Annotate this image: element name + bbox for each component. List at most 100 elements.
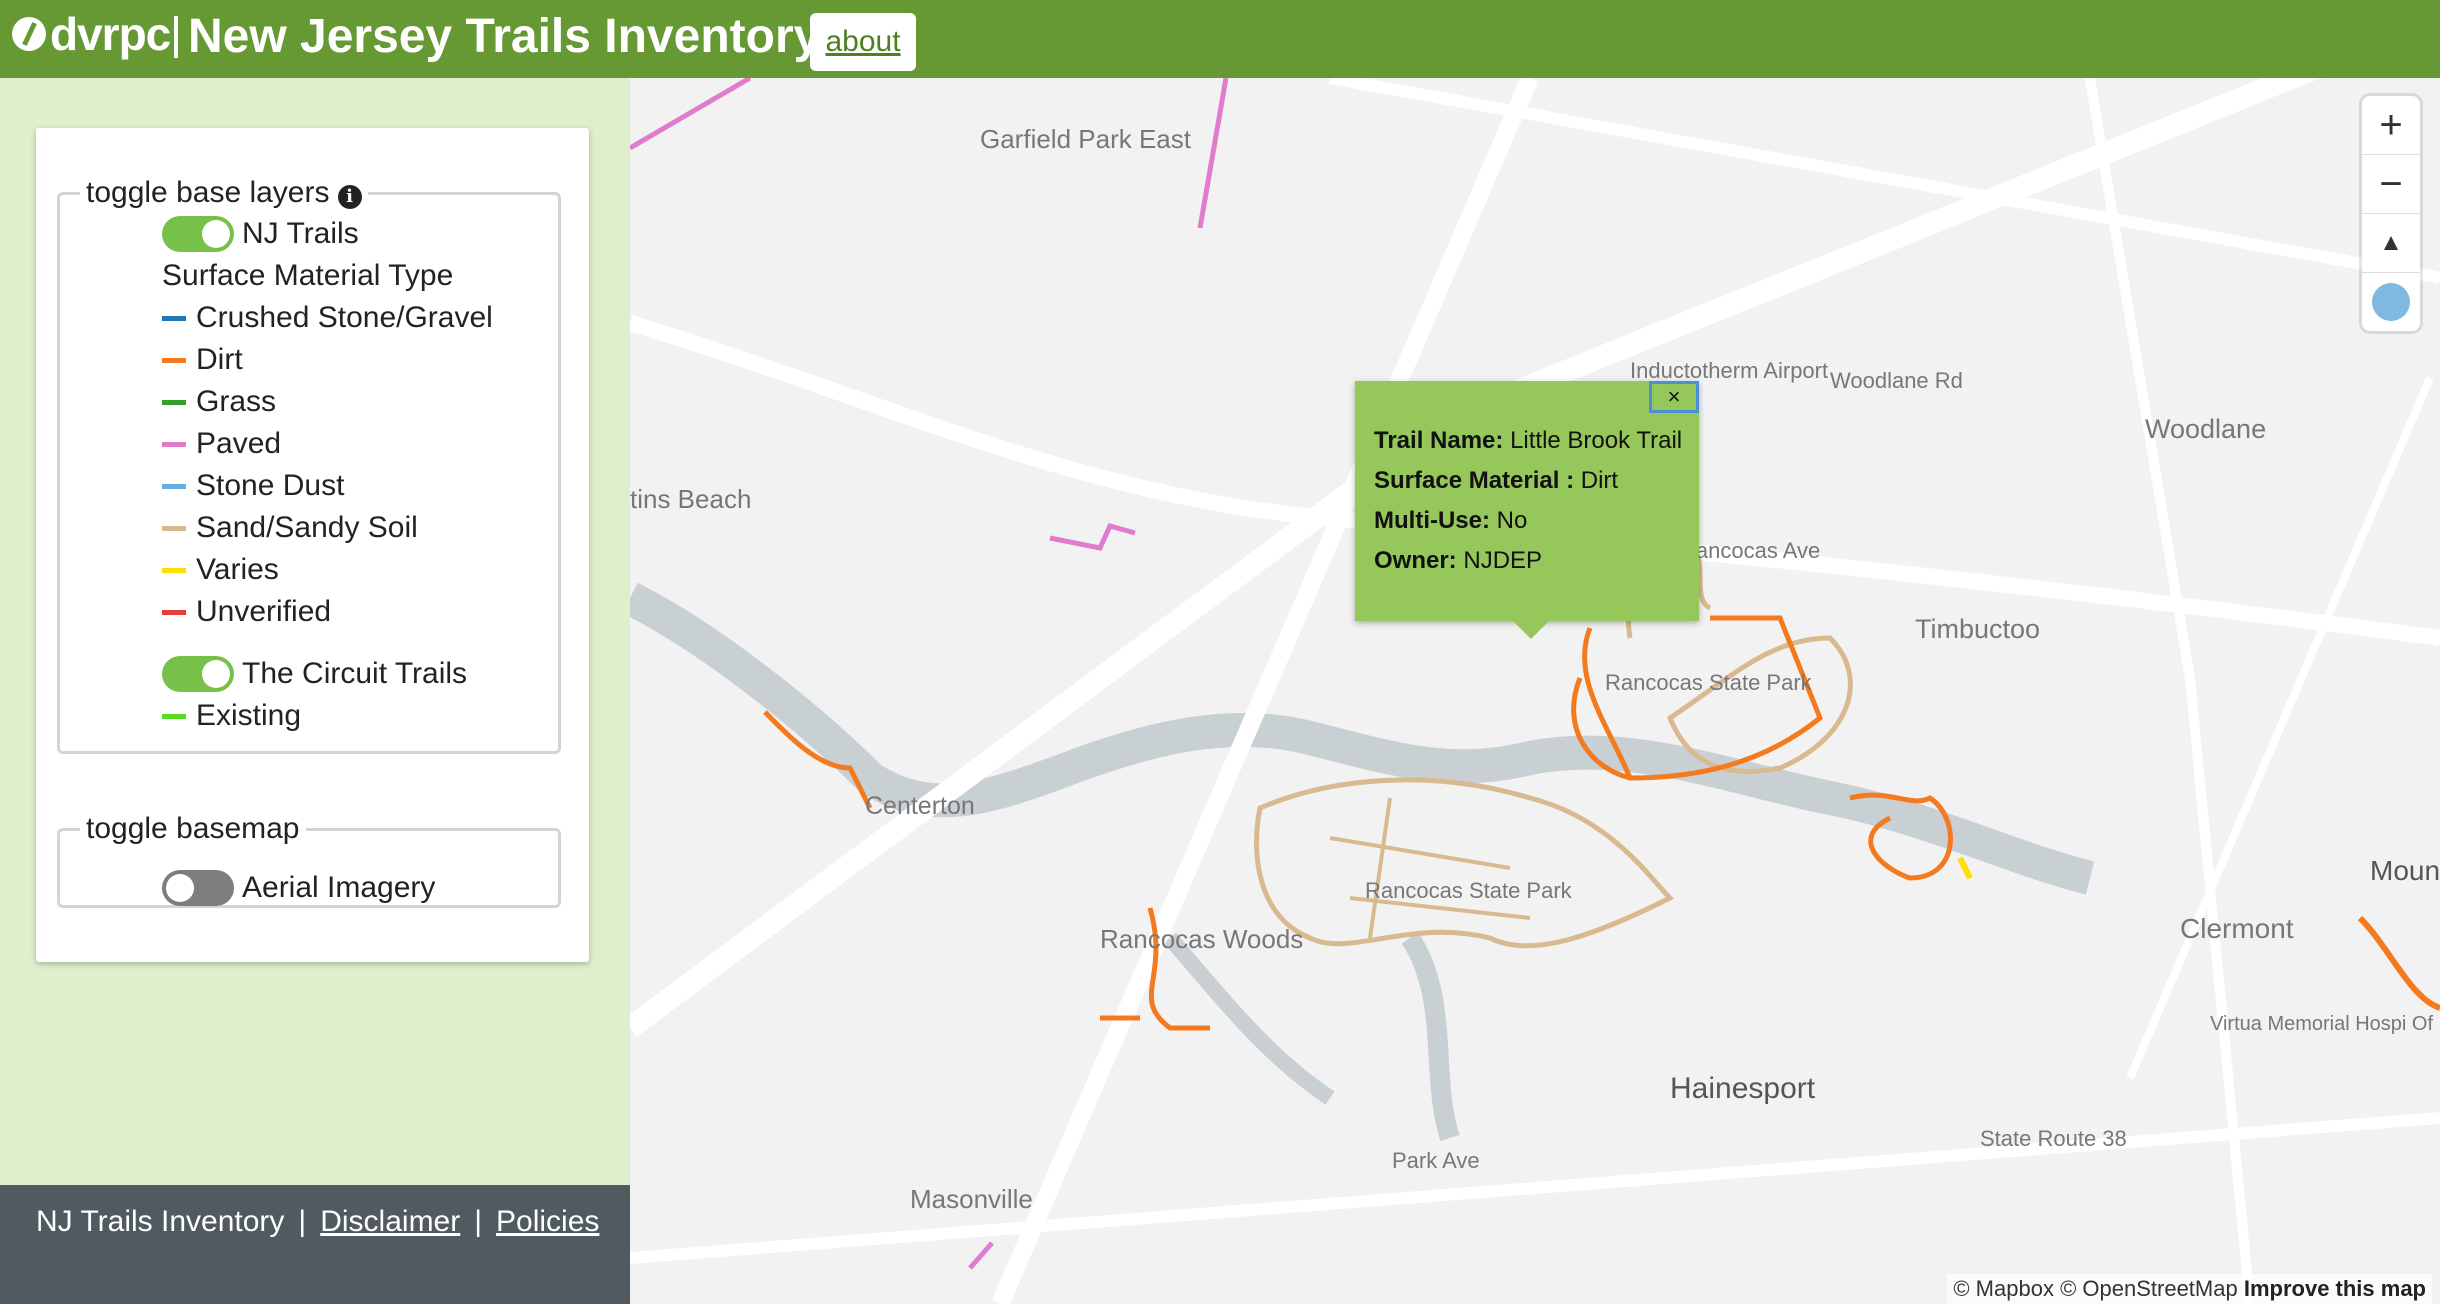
popup-multi-use: Multi-Use: No [1374, 507, 1528, 534]
basemap-legend: toggle basemap [86, 812, 300, 845]
label-woodlane: Woodlane [2145, 414, 2266, 444]
label-virtua: Virtua Memorial Hospi Of Burlington Coun… [2210, 1013, 2440, 1035]
label-centerton: Centerton [865, 792, 975, 820]
osm-attribution[interactable]: © OpenStreetMap [2060, 1276, 2238, 1301]
nj-trails-label: NJ Trails [242, 217, 359, 250]
surface-legend-item: Dirt [162, 340, 243, 380]
paved-trail [1197, 78, 1229, 229]
aerial-imagery-toggle[interactable] [162, 870, 234, 906]
zoom-in-button[interactable]: + [2362, 96, 2420, 155]
label-woodlane-rd: Woodlane Rd [1830, 368, 1963, 393]
header-divider [174, 16, 178, 58]
legend-swatch [162, 567, 186, 573]
legend-swatch [162, 399, 186, 405]
logo-text: dvrpc [50, 8, 171, 60]
existing-swatch [162, 713, 186, 719]
label-moun: Moun [2370, 855, 2440, 886]
sidebar-footer: NJ Trails Inventory | Disclaimer | Polic… [0, 1185, 630, 1304]
footer-sep: | [298, 1205, 307, 1238]
surface-legend-item: Stone Dust [162, 466, 344, 506]
popup-owner: Owner: NJDEP [1374, 547, 1543, 574]
surface-legend-item: Unverified [162, 592, 331, 632]
river-branch [1401, 932, 1460, 1142]
label-rsp1: Rancocas State Park [1605, 670, 1813, 695]
aerial-toggle-row[interactable]: Aerial Imagery [162, 868, 435, 908]
surface-legend-item: Sand/Sandy Soil [162, 508, 418, 548]
legend-label: Varies [196, 553, 279, 586]
surface-legend-item: Varies [162, 550, 279, 590]
sand-trail [1329, 797, 1531, 939]
legend-label: Unverified [196, 595, 332, 628]
label-airport: Inductotherm Airport [1630, 358, 1828, 383]
legend-label: Grass [196, 385, 277, 418]
label-tins-beach: tins Beach [630, 484, 751, 514]
popup-surface: Surface Material : Dirt [1374, 467, 1619, 494]
footer-text: NJ Trails Inventory [36, 1205, 285, 1238]
label-park-ave: Park Ave [1392, 1148, 1480, 1173]
legend-swatch [162, 483, 186, 489]
legend-swatch [162, 525, 186, 531]
map-attribution: © Mapbox © OpenStreetMap Improve this ma… [1947, 1274, 2432, 1304]
road [630, 1112, 2440, 1264]
label-timbuctoo: Timbuctoo [1915, 614, 2040, 644]
legend-label: Dirt [196, 343, 243, 376]
sand-trail [1254, 777, 1675, 949]
dvrpc-logo[interactable]: dvrpc [12, 4, 171, 64]
dirt-trail [2357, 915, 2440, 1011]
legend-swatch [162, 441, 186, 447]
paved-trail [968, 1241, 994, 1270]
circuit-toggle-row[interactable]: The Circuit Trails [162, 654, 467, 694]
river-branch [1163, 932, 1335, 1105]
label-garfield: Garfield Park East [980, 124, 1192, 154]
legend-swatch [162, 315, 186, 321]
label-hainesport: Hainesport [1670, 1072, 1816, 1105]
measure-tool-icon[interactable] [2362, 273, 2420, 331]
layers-panel: toggle base layers i NJ Trails Surface Ma… [36, 128, 589, 962]
compass-button[interactable]: ▲ [2362, 214, 2420, 273]
info-icon[interactable]: i [337, 185, 362, 209]
mapbox-attribution[interactable]: © Mapbox [1953, 1276, 2054, 1301]
label-masonville: Masonville [910, 1184, 1033, 1214]
label-state-route: State Route 38 [1980, 1126, 2127, 1151]
label-rsp2: Rancocas State Park [1365, 878, 1573, 903]
road [2085, 78, 2255, 1304]
legend-swatch [162, 609, 186, 615]
legend-label: Stone Dust [196, 469, 345, 502]
legend-label: Crushed Stone/Gravel [196, 301, 493, 334]
surface-legend-item: Paved [162, 424, 281, 464]
nj-trails-toggle[interactable] [162, 216, 234, 252]
circuit-trails-label: The Circuit Trails [242, 657, 468, 690]
app-header: dvrpc New Jersey Trails Inventory about [0, 0, 2440, 78]
road [2126, 376, 2434, 1080]
legend-swatch [162, 357, 186, 363]
about-button[interactable]: about [810, 13, 916, 71]
circuit-trails-toggle[interactable] [162, 656, 234, 692]
varies-trail [1957, 856, 1973, 880]
policies-link[interactable]: Policies [496, 1205, 599, 1239]
footer-sep: | [474, 1205, 483, 1238]
page-title: New Jersey Trails Inventory [188, 10, 821, 63]
label-rancocas-ave: Rancocas Ave [1680, 538, 1820, 563]
disclaimer-link[interactable]: Disclaimer [320, 1205, 460, 1239]
map-basemap: Garfield Park East Masonville Hainesport… [630, 78, 2440, 1304]
label-clermont: Clermont [2180, 913, 2294, 944]
nj-trails-toggle-row[interactable]: NJ Trails [162, 214, 359, 254]
circuit-legend-existing: Existing [162, 696, 301, 736]
surface-heading: Surface Material Type [162, 259, 454, 292]
label-rancocas-woods: Rancocas Woods [1100, 924, 1303, 954]
base-layers-legend: toggle base layers i [80, 176, 368, 210]
trail-popup: × Trail Name: Little Brook Trail Surface… [1355, 381, 1699, 639]
popup-close-button[interactable]: × [1649, 381, 1699, 413]
legend-label: Paved [196, 427, 282, 460]
paved-trail [1049, 523, 1136, 551]
surface-legend-item: Crushed Stone/Gravel [162, 298, 493, 338]
zoom-out-button[interactable]: − [2362, 155, 2420, 214]
map-canvas[interactable]: Garfield Park East Masonville Hainesport… [630, 78, 2440, 1304]
paved-trail [630, 78, 752, 151]
dvrpc-logo-icon [12, 17, 46, 51]
surface-legend-item: Grass [162, 382, 276, 422]
aerial-imagery-label: Aerial Imagery [242, 871, 436, 904]
map-labels: Garfield Park East Masonville Hainesport… [630, 124, 2440, 1214]
improve-map-link[interactable]: Improve this map [2244, 1276, 2426, 1301]
legend-label: Sand/Sandy Soil [196, 511, 418, 544]
